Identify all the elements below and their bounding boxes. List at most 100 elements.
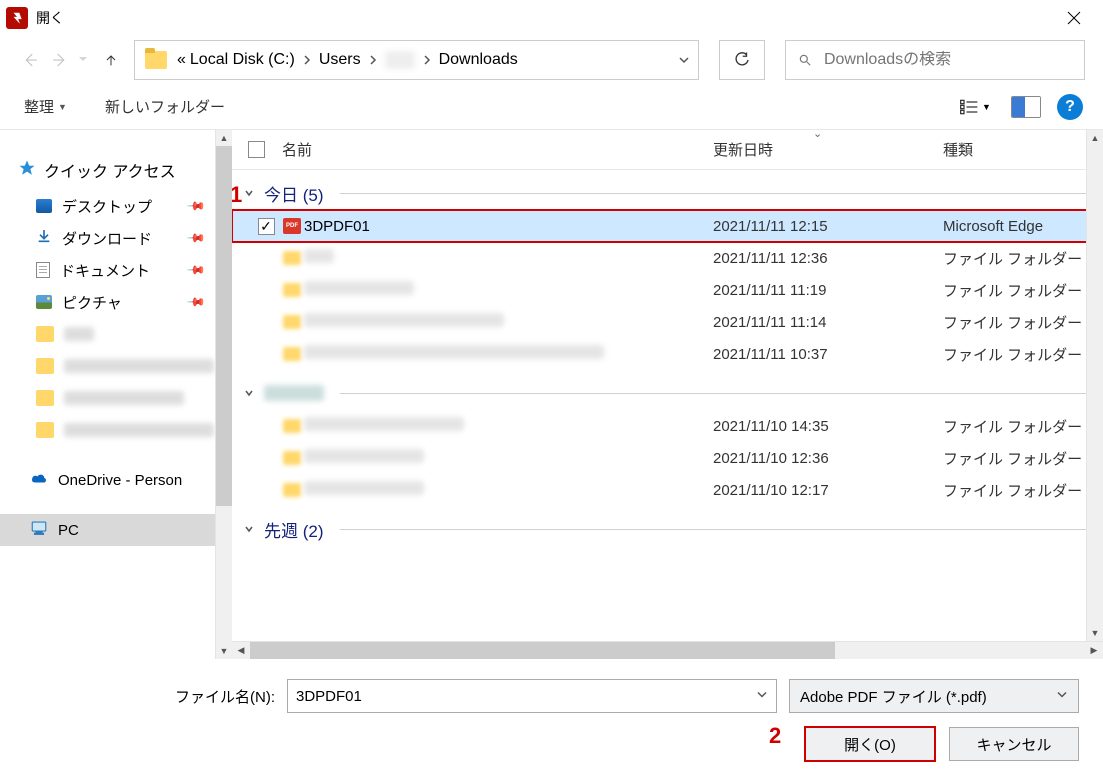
breadcrumb[interactable]: « Local Disk (C:) Users Downloads: [134, 40, 699, 80]
forward-button[interactable]: [48, 48, 72, 72]
group-today[interactable]: 今日 (5): [232, 176, 1103, 210]
file-list: 1 今日 (5) 3DPDF012021/11/11 12:15Microsof…: [232, 170, 1103, 641]
folder-icon: [283, 419, 301, 433]
horizontal-scrollbar[interactable]: ◀ ▶: [232, 641, 1103, 659]
file-name: [304, 313, 713, 331]
sidebar-item-redacted[interactable]: [0, 318, 232, 350]
sidebar-pc[interactable]: PC: [0, 514, 232, 546]
file-type-filter[interactable]: Adobe PDF ファイル (*.pdf): [789, 679, 1079, 713]
sidebar-desktop[interactable]: デスクトップ📌: [0, 190, 232, 222]
breadcrumb-prefix[interactable]: «: [175, 51, 188, 69]
star-icon: [18, 159, 36, 182]
back-button[interactable]: [18, 48, 42, 72]
column-date[interactable]: ⌄更新日時: [713, 139, 943, 160]
breadcrumb-seg-1[interactable]: Users: [317, 51, 363, 69]
group-lastweek[interactable]: 先週 (2): [232, 512, 1103, 546]
up-button[interactable]: [100, 49, 122, 71]
column-type[interactable]: 種類: [943, 139, 1103, 160]
folder-icon: [283, 347, 301, 361]
chevron-right-icon[interactable]: [297, 55, 317, 65]
app-icon: [6, 7, 28, 29]
toolbar: 整理▼ 新しいフォルダー ▼ ?: [0, 84, 1103, 130]
cancel-button[interactable]: キャンセル: [949, 727, 1079, 761]
breadcrumb-seg-3[interactable]: Downloads: [437, 51, 520, 69]
folder-icon: [283, 251, 301, 265]
sidebar: クイック アクセス デスクトップ📌 ダウンロード📌 ドキュメント📌 ピクチャ📌 …: [0, 130, 232, 659]
row-checkbox[interactable]: [258, 218, 275, 235]
vertical-scrollbar[interactable]: ▲ ▼: [1086, 130, 1103, 641]
chevron-right-icon[interactable]: [417, 55, 437, 65]
sidebar-downloads[interactable]: ダウンロード📌: [0, 222, 232, 254]
select-all-checkbox[interactable]: [248, 141, 265, 158]
chevron-down-icon: [242, 388, 256, 398]
sidebar-documents[interactable]: ドキュメント📌: [0, 254, 232, 286]
breadcrumb-dropdown[interactable]: [670, 54, 698, 66]
file-row[interactable]: 2021/11/11 12:36ファイル フォルダー: [232, 242, 1103, 274]
file-date: 2021/11/10 14:35: [713, 418, 943, 435]
folder-icon: [36, 358, 54, 374]
pictures-icon: [36, 295, 52, 309]
file-row[interactable]: 2021/11/10 14:35ファイル フォルダー: [232, 410, 1103, 442]
organize-button[interactable]: 整理▼: [20, 92, 71, 121]
refresh-button[interactable]: [719, 40, 765, 80]
sidebar-item-redacted[interactable]: [0, 350, 232, 382]
folder-icon: [145, 51, 167, 69]
folder-icon: [36, 422, 54, 438]
file-date: 2021/11/10 12:17: [713, 482, 943, 499]
filename-label: ファイル名(N):: [175, 686, 275, 707]
folder-icon: [283, 483, 301, 497]
file-type: ファイル フォルダー: [943, 480, 1103, 501]
file-name: [304, 449, 713, 467]
search-icon: [798, 52, 812, 68]
file-row[interactable]: 2021/11/11 11:14ファイル フォルダー: [232, 306, 1103, 338]
group-mid[interactable]: [232, 376, 1103, 410]
column-headers: 名前 ⌄更新日時 種類: [232, 130, 1103, 170]
open-button[interactable]: 開く(O): [805, 727, 935, 761]
file-row[interactable]: 2021/11/11 11:19ファイル フォルダー: [232, 274, 1103, 306]
sidebar-pictures[interactable]: ピクチャ📌: [0, 286, 232, 318]
breadcrumb-seg-0[interactable]: Local Disk (C:): [188, 51, 297, 69]
file-date: 2021/11/10 12:36: [713, 450, 943, 467]
file-type: ファイル フォルダー: [943, 312, 1103, 333]
filename-input[interactable]: 3DPDF01: [287, 679, 777, 713]
file-row[interactable]: 2021/11/11 10:37ファイル フォルダー: [232, 338, 1103, 370]
view-mode-button[interactable]: ▼: [955, 93, 995, 121]
folder-icon: [36, 326, 54, 342]
annotation-2: 2: [769, 723, 781, 749]
desktop-icon: [36, 199, 52, 213]
column-name[interactable]: 名前: [280, 139, 713, 160]
cloud-icon: [30, 471, 48, 489]
breadcrumb-seg-2-redacted[interactable]: [385, 51, 415, 69]
pin-icon: 📌: [186, 260, 206, 280]
file-row[interactable]: 2021/11/10 12:36ファイル フォルダー: [232, 442, 1103, 474]
file-type: ファイル フォルダー: [943, 280, 1103, 301]
folder-icon: [283, 451, 301, 465]
sort-indicator-icon: ⌄: [813, 127, 822, 140]
sidebar-item-redacted[interactable]: [0, 382, 232, 414]
file-date: 2021/11/11 11:19: [713, 282, 943, 299]
file-row[interactable]: 2021/11/10 12:17ファイル フォルダー: [232, 474, 1103, 506]
file-date: 2021/11/11 11:14: [713, 314, 943, 331]
help-button[interactable]: ?: [1057, 94, 1083, 120]
sidebar-quick-access-label: クイック アクセス: [44, 158, 176, 182]
sidebar-item-redacted[interactable]: [0, 414, 232, 446]
file-type: ファイル フォルダー: [943, 416, 1103, 437]
new-folder-button[interactable]: 新しいフォルダー: [101, 92, 229, 121]
chevron-down-icon: [1056, 688, 1068, 705]
close-button[interactable]: [1051, 2, 1097, 34]
sidebar-scrollbar[interactable]: ▲ ▼: [215, 130, 232, 659]
preview-pane-button[interactable]: [1011, 96, 1041, 118]
file-type: Microsoft Edge: [943, 218, 1103, 235]
sidebar-onedrive[interactable]: OneDrive - Person: [0, 464, 232, 496]
file-date: 2021/11/11 12:15: [713, 218, 943, 235]
chevron-down-icon[interactable]: [756, 688, 768, 705]
history-dropdown[interactable]: [78, 51, 88, 69]
chevron-right-icon[interactable]: [363, 55, 383, 65]
pin-icon: 📌: [186, 292, 206, 312]
sidebar-quick-access[interactable]: クイック アクセス: [0, 152, 232, 188]
dialog-footer: ファイル名(N): 3DPDF01 Adobe PDF ファイル (*.pdf)…: [0, 659, 1103, 777]
search-input[interactable]: [824, 51, 1084, 69]
file-row[interactable]: 3DPDF012021/11/11 12:15Microsoft Edge: [232, 210, 1103, 242]
file-date: 2021/11/11 10:37: [713, 346, 943, 363]
search-box[interactable]: [785, 40, 1085, 80]
